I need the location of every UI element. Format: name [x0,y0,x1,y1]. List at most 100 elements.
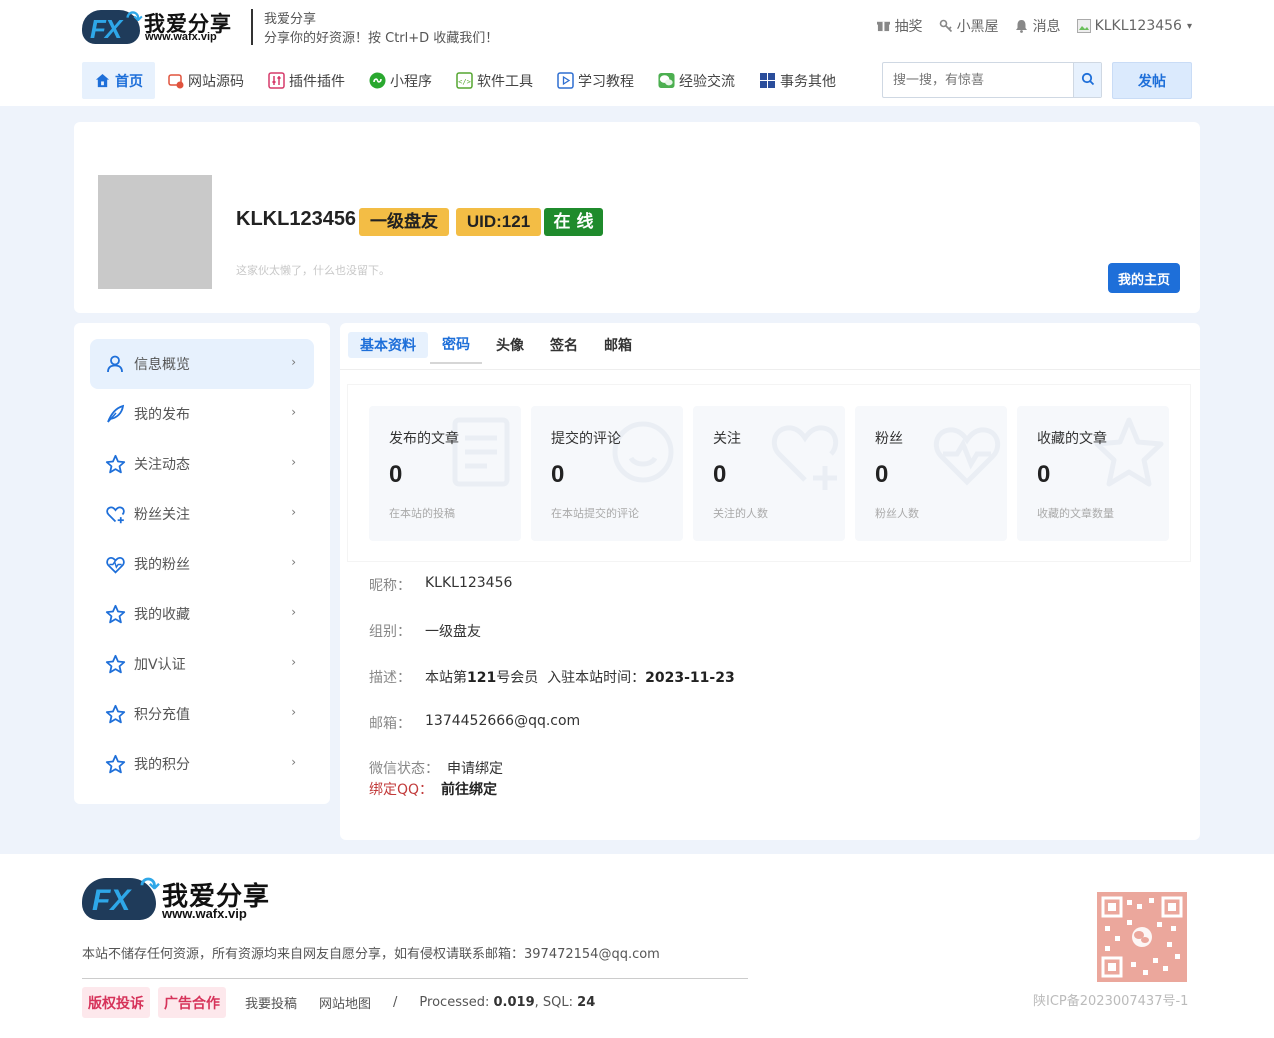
sidebar-item-fans-follow[interactable]: 粉丝关注 › [90,489,314,539]
nav-item-plugins[interactable]: 插件插件 [256,62,357,99]
nav-item-miniprogram[interactable]: 小程序 [357,62,444,99]
video-icon [557,72,574,89]
heart-plus-icon [104,503,126,525]
topbar-user-menu[interactable]: KLKL123456 ▾ [1076,18,1192,34]
profile-card: KLKL123456 一级盘友 UID:121 在 线 这家伙太懒了，什么也没留… [74,122,1200,313]
key-icon [939,19,953,33]
stat-card-comments[interactable]: 提交的评论 0 在本站提交的评论 [531,406,683,541]
sidebar-item-points[interactable]: 我的积分 › [90,739,314,789]
sitemap-link[interactable]: 网站地图 [319,993,371,1012]
tab-email[interactable]: 邮箱 [592,332,644,358]
sidebar-item-recharge[interactable]: 积分充值 › [90,689,314,739]
wechat-qr-code [1097,892,1187,982]
icp-record-link[interactable]: 陕ICP备2023007437号-1 [1033,990,1188,1009]
footer-links: 版权投诉 广告合作 我要投稿 网站地图 / Processed: 0.019, … [82,987,606,1018]
footer-logo[interactable]: FX ↷ 我爱分享 www.wafx.vip [82,872,272,922]
sidebar-item-label: 我的粉丝 [134,557,190,573]
profile-content-panel: 基本资料 密码 头像 签名 邮箱 发布的文章 0 在本站的投稿 提交的评论 0 … [340,323,1200,840]
star-icon [104,453,126,475]
info-row-email: 邮箱： 1374452666@qq.com [369,713,580,733]
tab-password[interactable]: 密码 [430,332,482,364]
sidebar-item-label: 粉丝关注 [134,507,190,523]
logo-fx: FX [92,884,131,917]
search-input[interactable] [883,63,1073,97]
nav-item-label: 插件插件 [289,73,345,90]
site-title: 我爱分享 [264,12,317,27]
nav-item-other[interactable]: 事务其他 [747,62,848,99]
user-icon [104,353,126,375]
topbar-messages-label: 消息 [1032,19,1061,35]
topbar-messages[interactable]: 消息 [1015,16,1061,36]
nav-item-label: 首页 [115,73,143,90]
sidebar-item-posts[interactable]: 我的发布 › [90,389,314,439]
stat-card-favorites[interactable]: 收藏的文章 0 收藏的文章数量 [1017,406,1169,541]
tab-signature[interactable]: 签名 [538,332,590,358]
nav-item-exchange[interactable]: 经验交流 [646,62,747,99]
desc-mid: 号会员 入驻本站时间： [496,670,646,686]
qq-bind-link[interactable]: 前往绑定 [441,779,497,799]
tab-basic-info[interactable]: 基本资料 [348,332,428,358]
stat-card-following[interactable]: 关注 0 关注的人数 [693,406,845,541]
nav-item-tutorials[interactable]: 学习教程 [545,62,646,99]
site-logo[interactable]: FX ↷ 我爱分享 www.wafx.vip [82,6,232,46]
wechat-icon [658,72,675,89]
wechat-bind-link[interactable]: 申请绑定 [447,758,503,778]
user-sidebar: 信息概览 › 我的发布 › 关注动态 › 粉丝关注 › 我的粉丝 › 我的收藏 … [74,323,330,804]
sidebar-item-my-fans[interactable]: 我的粉丝 › [90,539,314,589]
sidebar-item-label: 积分充值 [134,707,190,723]
topbar-lottery[interactable]: 抽奖 [877,16,923,36]
code-window-icon [167,72,184,89]
sidebar-item-following-feed[interactable]: 关注动态 › [90,439,314,489]
join-date: 2023-11-23 [645,670,735,686]
info-email: 1374452666@qq.com [425,713,581,729]
document-icon [452,417,510,487]
stat-title: 收藏的文章 [1037,431,1107,447]
nav-item-software[interactable]: </> 软件工具 [444,62,545,99]
plugin-icon [268,72,285,89]
ad-cooperation-link[interactable]: 广告合作 [158,987,226,1018]
gift-icon [877,19,891,33]
sidebar-item-label: 我的积分 [134,757,190,773]
info-label: 昵称： [369,578,411,594]
stat-value: 0 [551,461,565,488]
nav-item-label: 网站源码 [188,73,244,90]
star-icon [1094,417,1164,487]
member-number: 121 [467,670,497,686]
post-button[interactable]: 发帖 [1112,62,1192,99]
nav-item-label: 小程序 [390,73,432,90]
topbar-blackroom[interactable]: 小黑屋 [939,16,999,36]
uid-badge: UID:121 [456,208,541,236]
info-label: 组别： [369,624,411,640]
sidebar-item-overview[interactable]: 信息概览 › [90,339,314,389]
stat-value: 0 [1037,461,1051,488]
sidebar-item-favorites[interactable]: 我的收藏 › [90,589,314,639]
tab-avatar[interactable]: 头像 [484,332,536,358]
avatar[interactable] [98,175,212,289]
chevron-down-icon: ▾ [1186,20,1192,32]
submit-post-link[interactable]: 我要投稿 [245,993,297,1012]
nav-item-source[interactable]: 网站源码 [155,62,256,99]
my-homepage-button[interactable]: 我的主页 [1108,263,1180,293]
processed-label: Processed: [419,995,490,1010]
nav-item-label: 学习教程 [578,73,634,90]
nav-item-home[interactable]: 首页 [82,62,155,99]
feather-icon [104,403,126,425]
copyright-complaint-link[interactable]: 版权投诉 [82,987,150,1018]
info-row-qq: 绑定QQ： 前往绑定 [369,779,497,799]
stat-desc: 收藏的文章数量 [1037,507,1114,520]
svg-text:</>: </> [458,78,471,86]
stat-desc: 在本站提交的评论 [551,507,639,520]
site-footer: FX ↷ 我爱分享 www.wafx.vip 本站不储存任何资源，所有资源均来自… [0,854,1274,1038]
footer-divider [82,978,748,979]
stat-card-fans[interactable]: 粉丝 0 粉丝人数 [855,406,1007,541]
main-nav: 首页 网站源码 插件插件 小程序 </> 软件工具 学习教程 经验交流 事务其他 [82,62,848,99]
sidebar-item-verification[interactable]: 加V认证 › [90,639,314,689]
stat-card-articles[interactable]: 发布的文章 0 在本站的投稿 [369,406,521,541]
info-label: 邮箱： [369,716,411,732]
search-button[interactable] [1073,63,1101,97]
chevron-right-icon: › [291,455,296,469]
info-nickname: KLKL123456 [425,575,513,591]
topbar-blackroom-label: 小黑屋 [956,19,999,35]
processed-stats: Processed: 0.019, SQL: 24 [419,995,595,1010]
chevron-right-icon: › [291,505,296,519]
